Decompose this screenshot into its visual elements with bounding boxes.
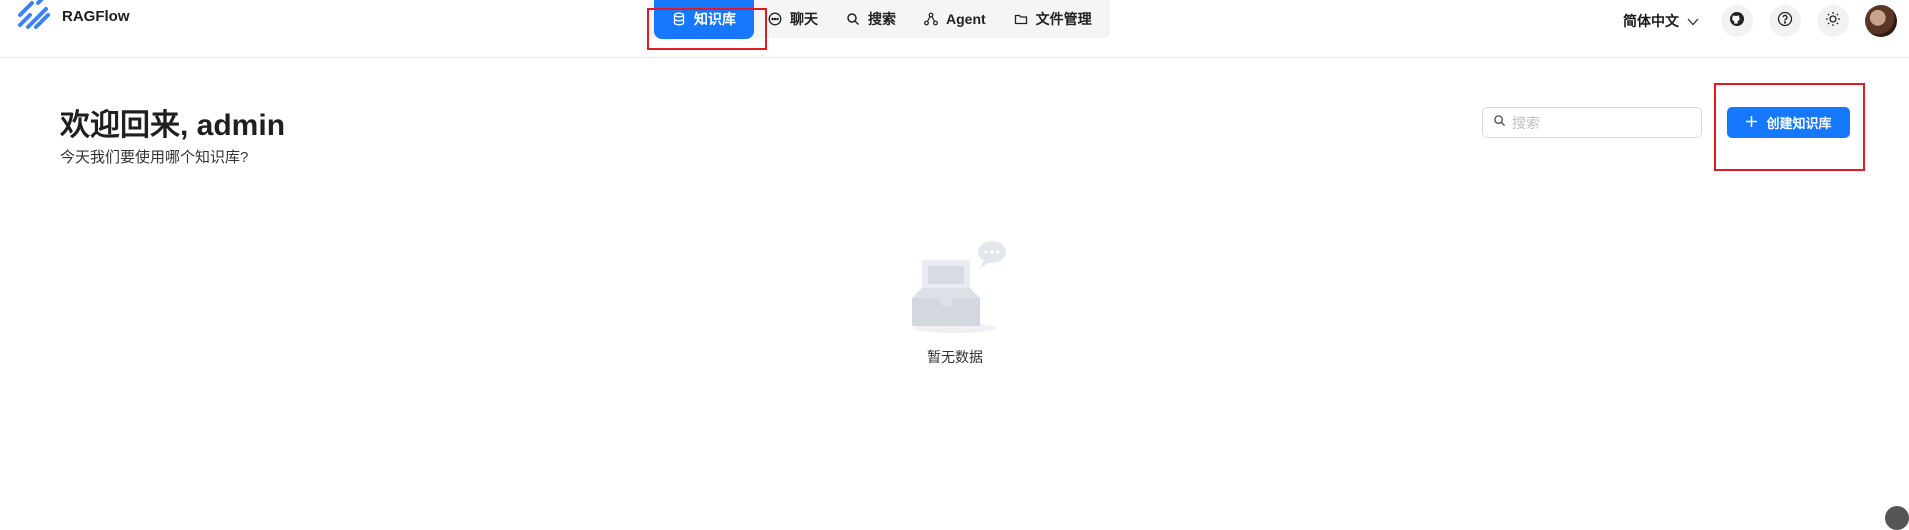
nav-label: 知识库 (694, 11, 736, 27)
empty-inbox-icon (900, 236, 1010, 341)
floating-avatar[interactable] (1885, 506, 1909, 530)
chevron-down-icon (1687, 13, 1699, 29)
language-selector[interactable]: 简体中文 (1623, 11, 1699, 31)
nav-label: 文件管理 (1035, 11, 1092, 27)
search-input[interactable] (1512, 114, 1692, 131)
github-icon (1729, 11, 1745, 32)
folder-icon (1014, 12, 1028, 26)
database-icon (672, 12, 686, 26)
nav-item-agent[interactable]: Agent (910, 0, 1000, 38)
create-label: 创建知识库 (1766, 116, 1832, 131)
chat-icon (768, 12, 782, 26)
user-avatar[interactable] (1865, 5, 1897, 37)
nav-label: 聊天 (790, 11, 818, 27)
main-nav: 知识库 聊天 搜索 Agent 文件管理 (648, 0, 1110, 39)
help-button[interactable] (1769, 5, 1801, 37)
nav-item-chat[interactable]: 聊天 (754, 0, 832, 38)
page-subtitle: 今天我们要使用哪个知识库? (60, 149, 249, 166)
nav-label: 搜索 (868, 11, 896, 27)
theme-toggle-button[interactable] (1817, 5, 1849, 37)
header-tools: 简体中文 (1623, 0, 1909, 42)
welcome-section: 欢迎回来, admin 今天我们要使用哪个知识库? (60, 108, 285, 167)
search-icon (846, 12, 860, 26)
plus-icon (1745, 115, 1758, 131)
brand[interactable]: RAGFlow (16, 0, 130, 32)
search-icon (1493, 114, 1506, 132)
create-knowledge-base-button[interactable]: 创建知识库 (1727, 107, 1850, 138)
brand-name: RAGFlow (62, 7, 130, 25)
nav-item-search[interactable]: 搜索 (832, 0, 910, 38)
nav-item-file-management[interactable]: 文件管理 (1000, 0, 1106, 38)
github-button[interactable] (1721, 5, 1753, 37)
top-header: RAGFlow 知识库 聊天 搜索 Agent 文件管理 简体中文 (0, 0, 1909, 58)
sun-icon (1825, 11, 1841, 32)
nav-label: Agent (946, 11, 986, 27)
language-label: 简体中文 (1623, 13, 1679, 29)
empty-text: 暂无数据 (927, 349, 983, 365)
page-title: 欢迎回来, admin (60, 109, 286, 142)
ragflow-logo-icon (16, 0, 50, 34)
help-icon (1777, 11, 1793, 32)
nav-item-knowledge-base[interactable]: 知识库 (654, 0, 754, 39)
empty-state: 暂无数据 (900, 236, 1010, 367)
agent-graph-icon (924, 12, 938, 26)
search-box (1482, 107, 1702, 138)
